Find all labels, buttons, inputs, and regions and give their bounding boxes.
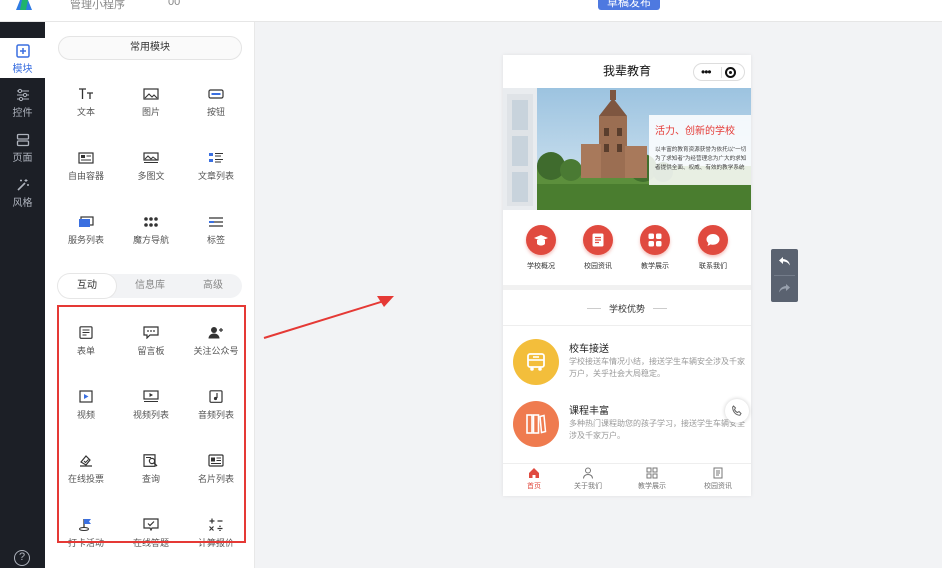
image-icon bbox=[143, 88, 159, 100]
user-icon bbox=[583, 467, 593, 479]
rail-item-label: 风格 bbox=[12, 198, 33, 209]
article-list-icon bbox=[209, 152, 223, 163]
module-free-container[interactable]: 自由容器 bbox=[58, 138, 114, 196]
app-logo-icon bbox=[16, 0, 32, 10]
rail-item-label: 控件 bbox=[12, 108, 33, 119]
bottom-tab-bar: 首页 关于我们 教学展示 校园资讯 bbox=[503, 463, 751, 496]
redo-button[interactable] bbox=[771, 276, 798, 302]
section-title-line-right bbox=[653, 308, 667, 309]
module-text[interactable]: 文本 bbox=[58, 74, 114, 132]
grid-outline-icon bbox=[646, 467, 658, 479]
news-icon bbox=[592, 233, 604, 247]
module-article-list[interactable]: 文章列表 bbox=[188, 138, 244, 196]
help-icon[interactable]: ? bbox=[14, 550, 30, 566]
doc-icon bbox=[713, 467, 723, 479]
feature-school-bus[interactable]: 校车接送 学校接送车情况小结，接送学生车辆安全涉及千家万户，关乎社会大局稳定。 bbox=[503, 337, 751, 397]
button-icon bbox=[208, 89, 224, 99]
banner-overlay-card: 活力、创新的学校 以丰富的教育资源获誉为依托以“一切为了求知者”为经营理念为广大… bbox=[649, 115, 751, 185]
tabbar-about-us[interactable]: 关于我们 bbox=[557, 467, 619, 491]
tab-interactive[interactable]: 互动 bbox=[58, 274, 116, 298]
left-rail: 模块 控件 页面 风格 ? bbox=[0, 22, 45, 568]
feature-desc: 学校接送车情况小结，接送学生车辆安全涉及千家万户，关乎社会大局稳定。 bbox=[569, 357, 745, 378]
cube-nav-icon bbox=[144, 217, 158, 227]
service-list-icon bbox=[79, 216, 94, 227]
books-icon bbox=[526, 414, 547, 434]
banner-headline: 活力、创新的学校 bbox=[655, 126, 735, 137]
quick-nav-contact-us[interactable]: 联系我们 bbox=[683, 225, 743, 271]
feature-title: 校车接送 bbox=[569, 344, 609, 355]
multi-image-icon bbox=[143, 152, 159, 163]
grid-icon bbox=[648, 233, 662, 247]
rail-item-label: 页面 bbox=[12, 153, 33, 164]
phone-call-button[interactable] bbox=[725, 399, 749, 423]
pages-icon bbox=[16, 133, 29, 147]
breadcrumb[interactable]: 管理小程序 bbox=[70, 0, 125, 12]
highlight-box bbox=[57, 305, 246, 543]
tabbar-teaching-showcase[interactable]: 教学展示 bbox=[621, 467, 683, 491]
quick-nav-campus-news[interactable]: 校园资讯 bbox=[568, 225, 628, 271]
quick-nav-school-overview[interactable]: 学校概况 bbox=[511, 225, 571, 271]
module-tag[interactable]: 标签 bbox=[188, 202, 244, 260]
feature-rich-courses[interactable]: 课程丰富 多种热门课程助您的孩子学习，接送学生车辆安全涉及千家万户。 bbox=[503, 399, 751, 459]
quick-nav-teaching-showcase[interactable]: 教学展示 bbox=[625, 225, 685, 271]
graduation-cap-icon bbox=[534, 235, 548, 246]
section-border bbox=[503, 325, 751, 326]
phone-icon bbox=[732, 405, 742, 416]
module-multi-image[interactable]: 多图文 bbox=[123, 138, 179, 196]
tab-info-library[interactable]: 信息库 bbox=[121, 274, 179, 298]
chat-icon bbox=[706, 234, 720, 246]
undo-button[interactable] bbox=[771, 249, 798, 275]
common-modules-grid: 文本 图片 按钮 自由容器 多图文 文章列表 服务列表 魔方导航 标签 bbox=[58, 74, 244, 264]
mini-program-capsule[interactable]: ••• bbox=[693, 63, 745, 81]
section-divider bbox=[503, 285, 751, 290]
undo-redo-panel bbox=[771, 249, 798, 302]
tabbar-campus-news[interactable]: 校园资讯 bbox=[687, 467, 749, 491]
rail-item-controls[interactable]: 控件 bbox=[0, 82, 45, 122]
home-icon bbox=[529, 468, 539, 478]
close-capsule-icon[interactable] bbox=[725, 67, 736, 78]
tag-icon bbox=[209, 217, 223, 227]
text-icon bbox=[79, 88, 93, 99]
hero-banner[interactable]: 活力、创新的学校 以丰富的教育资源获誉为依托以“一切为了求知者”为经营理念为广大… bbox=[503, 88, 751, 210]
rail-item-modules[interactable]: 模块 bbox=[0, 38, 45, 78]
rail-item-style[interactable]: 风格 bbox=[0, 172, 45, 212]
tabbar-home[interactable]: 首页 bbox=[503, 467, 565, 491]
banner-text: 以丰富的教育资源获誉为依托以“一切为了求知者”为经营理念为广大的求知者提供全面、… bbox=[655, 147, 747, 171]
top-bar: 管理小程序 00 草稿发布 bbox=[0, 0, 942, 22]
module-cube-nav[interactable]: 魔方导航 bbox=[123, 202, 179, 260]
more-icon[interactable]: ••• bbox=[701, 66, 712, 78]
magic-wand-icon bbox=[16, 179, 29, 191]
container-icon bbox=[78, 152, 94, 164]
tab-advanced[interactable]: 高级 bbox=[184, 274, 242, 298]
module-service-list[interactable]: 服务列表 bbox=[58, 202, 114, 260]
plus-square-icon bbox=[15, 44, 30, 58]
common-modules-header: 常用模块 bbox=[58, 36, 242, 60]
bus-icon bbox=[527, 353, 545, 371]
publish-button[interactable]: 草稿发布 bbox=[598, 0, 660, 10]
module-image[interactable]: 图片 bbox=[123, 74, 179, 132]
breadcrumb-secondary[interactable]: 00 bbox=[168, 0, 180, 8]
rail-item-pages[interactable]: 页面 bbox=[0, 127, 45, 167]
feature-title: 课程丰富 bbox=[569, 406, 609, 417]
module-button[interactable]: 按钮 bbox=[188, 74, 244, 132]
rail-item-label: 模块 bbox=[12, 64, 33, 75]
module-tabs: 互动 信息库 高级 bbox=[58, 274, 242, 298]
quick-nav: 学校概况 校园资讯 教学展示 联系我们 bbox=[503, 215, 751, 283]
redo-icon bbox=[779, 284, 790, 293]
feature-desc: 多种热门课程助您的孩子学习，接送学生车辆安全涉及千家万户。 bbox=[569, 419, 745, 440]
undo-icon bbox=[779, 257, 790, 266]
section-title: 学校优势 bbox=[608, 304, 645, 314]
annotation-arrow bbox=[263, 296, 394, 339]
sliders-icon bbox=[16, 88, 29, 102]
phone-preview: 我辈教育 ••• 活力、创新的学校 以丰富的教育资源获誉为依托以“一切为了求知者… bbox=[503, 55, 751, 496]
